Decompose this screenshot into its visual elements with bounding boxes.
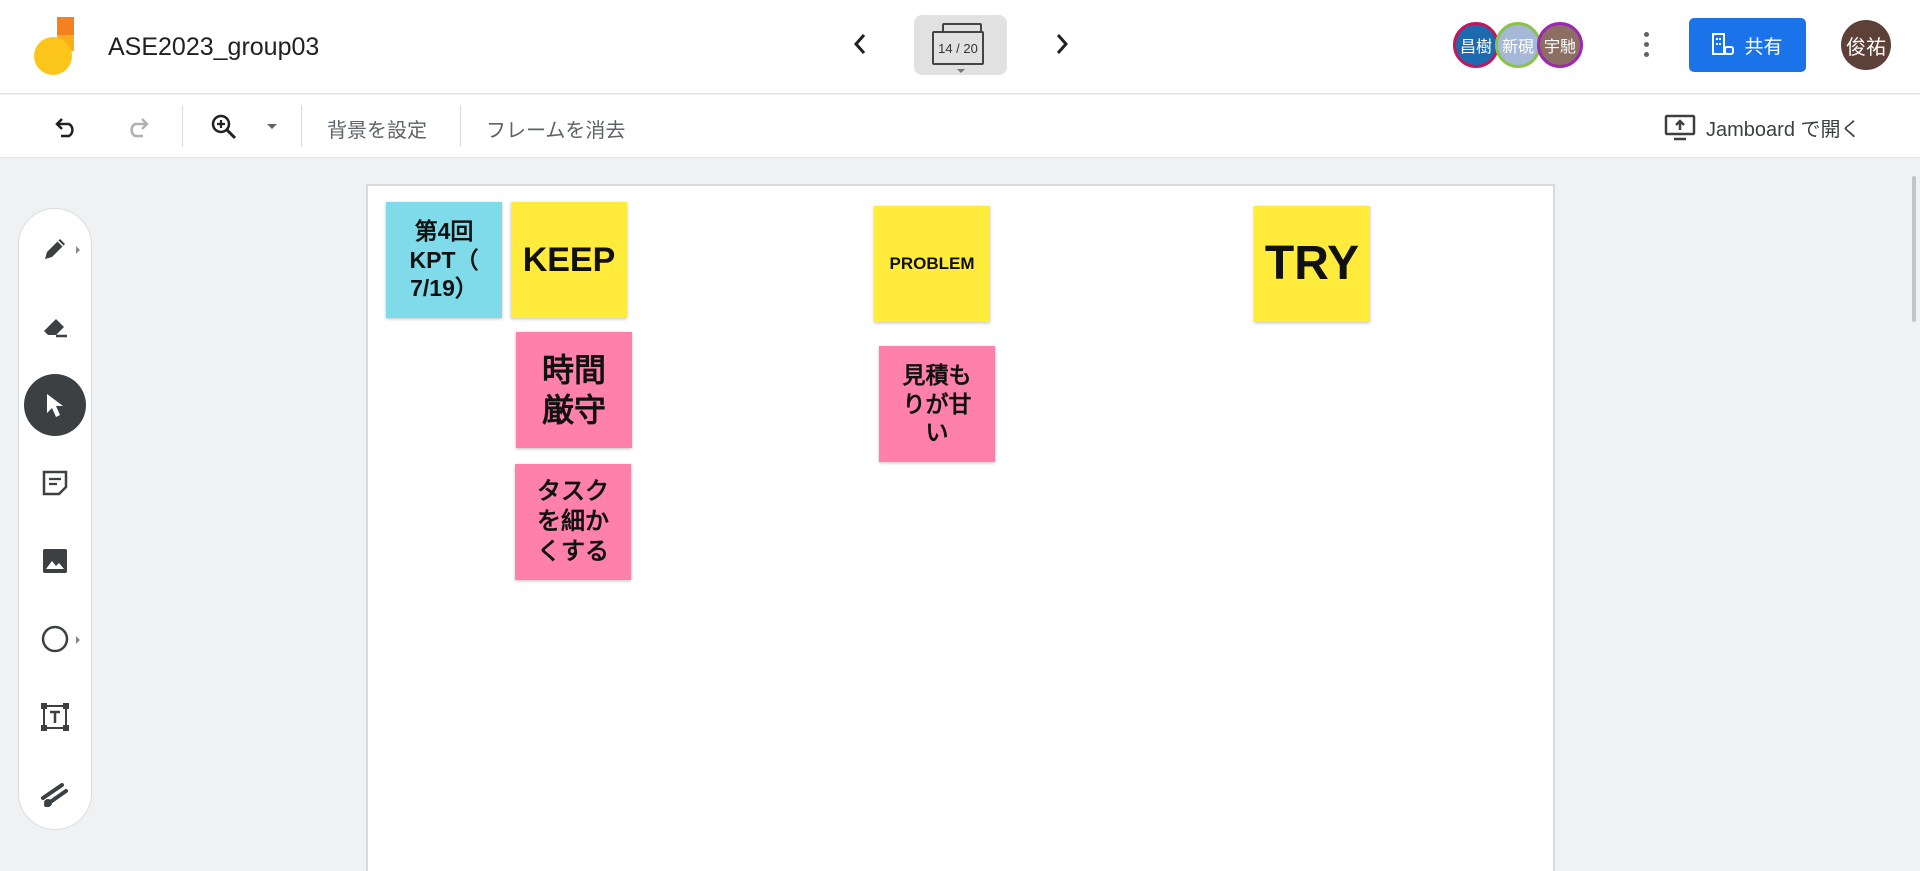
sticky-note[interactable]: KEEP xyxy=(511,202,627,318)
text-box-icon xyxy=(41,703,69,731)
note-text: 見積も りが甘 い xyxy=(902,361,972,446)
select-tool[interactable] xyxy=(24,374,86,436)
edit-toolbar: 背景を設定 フレームを消去 Jamboard で開く xyxy=(0,95,1920,158)
redo-icon xyxy=(130,118,149,138)
sticky-note[interactable]: 第4回 KPT（ 7/19） xyxy=(386,202,502,318)
select-icon xyxy=(47,394,63,417)
image-icon xyxy=(43,549,67,573)
zoom-in-button[interactable] xyxy=(206,109,242,145)
more-options-icon[interactable] xyxy=(1631,26,1661,62)
sticky-note[interactable]: PROBLEM xyxy=(874,206,990,322)
open-in-jamboard-button[interactable]: Jamboard で開く xyxy=(1664,109,1861,145)
note-text: TRY xyxy=(1264,237,1360,290)
sticky-note[interactable]: 見積も りが甘 い xyxy=(879,346,995,462)
present-upload-icon xyxy=(1664,114,1696,141)
undo-icon xyxy=(55,118,74,138)
pen-tool[interactable] xyxy=(24,218,86,280)
zoom-menu-button[interactable] xyxy=(254,109,290,145)
shape-tool[interactable] xyxy=(24,608,86,670)
tool-options-indicator xyxy=(76,246,80,254)
sticky-note[interactable]: 時間 厳守 xyxy=(516,332,632,448)
image-tool[interactable] xyxy=(24,530,86,592)
share-button[interactable]: 共有 xyxy=(1689,18,1806,72)
account-avatar[interactable]: 俊祐 xyxy=(1841,20,1891,70)
circle-shape-icon xyxy=(41,625,69,653)
sticky-note-tool[interactable] xyxy=(24,452,86,514)
next-frame-button[interactable] xyxy=(1044,26,1080,62)
collaborator-avatar[interactable]: 宇馳 xyxy=(1537,22,1583,68)
tool-options-indicator xyxy=(76,636,80,644)
collaborator-avatar[interactable]: 昌樹 xyxy=(1453,22,1499,68)
caret-down-icon xyxy=(957,69,965,73)
document-title[interactable]: ASE2023_group03 xyxy=(108,33,319,62)
pen-icon xyxy=(45,239,65,259)
note-text: タスク を細か くする xyxy=(537,478,609,565)
note-text: KEEP xyxy=(522,240,616,279)
drawing-tools-panel xyxy=(18,208,92,830)
logo-circle xyxy=(34,37,72,75)
jamboard-logo[interactable] xyxy=(34,17,74,75)
previous-frame-button[interactable] xyxy=(842,26,878,62)
domain-share-icon xyxy=(1712,33,1735,55)
sticky-note[interactable]: TRY xyxy=(1254,206,1370,322)
toolbar-divider xyxy=(460,105,461,147)
frame-bar-toggle[interactable]: 14 / 20 xyxy=(914,15,1007,75)
toolbar-divider xyxy=(301,105,302,147)
note-text: 時間 厳守 xyxy=(541,352,606,428)
laser-icon xyxy=(41,783,68,807)
note-text: 第4回 KPT（ 7/19） xyxy=(409,217,479,302)
undo-button[interactable] xyxy=(49,109,85,145)
share-label: 共有 xyxy=(1744,36,1783,58)
clear-frame-button[interactable]: フレームを消去 xyxy=(486,114,625,143)
sticky-note-icon xyxy=(42,470,68,496)
collaborator-avatar[interactable]: 新硯 xyxy=(1495,22,1541,68)
laser-tool[interactable] xyxy=(24,764,86,826)
sticky-note[interactable]: タスク を細か くする xyxy=(515,464,631,580)
jam-canvas[interactable]: 第4回 KPT（ 7/19） KEEP PROBLEM TRY 時間 厳守 タス… xyxy=(366,184,1555,871)
eraser-icon xyxy=(44,319,67,338)
open-in-jamboard-label: Jamboard で開く xyxy=(1706,118,1861,141)
chevron-left-icon xyxy=(853,34,866,54)
app-header: ASE2023_group03 14 / 20 昌樹 新硯 宇馳 共有 俊祐 xyxy=(0,0,1920,94)
toolbar-divider xyxy=(182,105,183,147)
caret-down-icon xyxy=(267,124,277,129)
vertical-scrollbar[interactable] xyxy=(1912,176,1916,322)
note-text: PROBLEM xyxy=(889,254,975,274)
text-box-tool[interactable] xyxy=(24,686,86,748)
eraser-tool[interactable] xyxy=(24,296,86,358)
redo-button[interactable] xyxy=(119,109,155,145)
set-background-button[interactable]: 背景を設定 xyxy=(327,114,427,143)
chevron-right-icon xyxy=(1056,34,1069,54)
zoom-in-icon xyxy=(211,114,237,140)
frame-counter: 14 / 20 xyxy=(932,31,984,65)
